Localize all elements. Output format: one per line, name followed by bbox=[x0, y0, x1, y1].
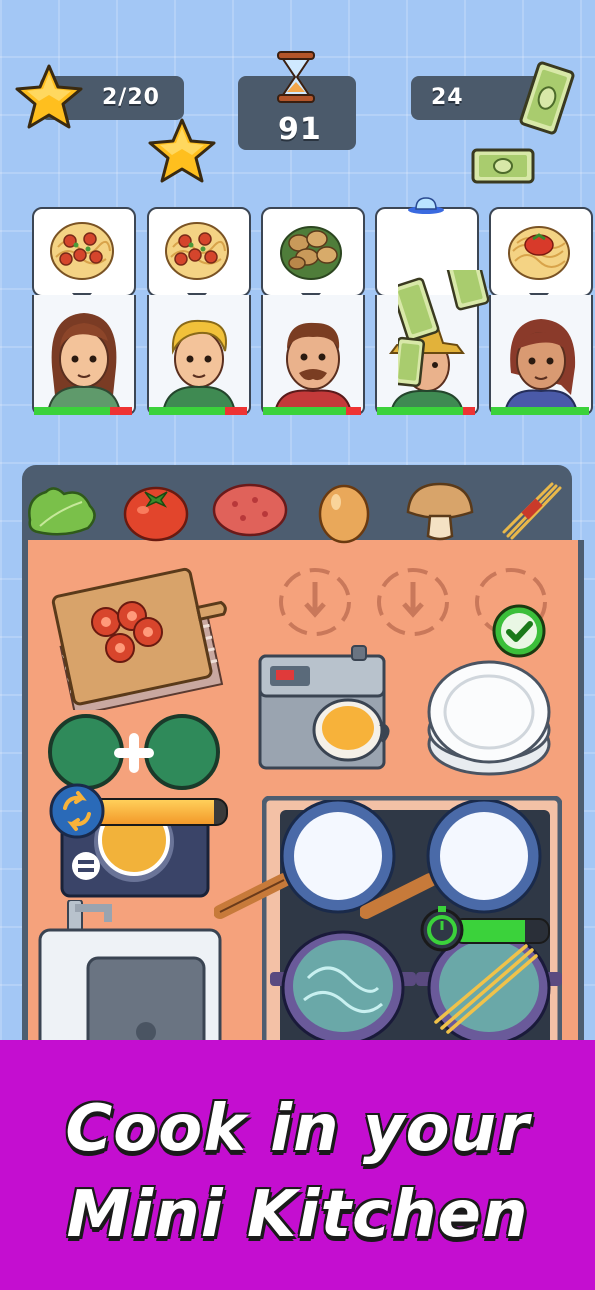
patience-bar bbox=[491, 407, 589, 415]
patience-bar bbox=[34, 407, 132, 415]
egg-icon[interactable] bbox=[316, 478, 372, 544]
checkmark-icon bbox=[492, 604, 546, 658]
money-amount: 24 bbox=[431, 85, 464, 110]
customer-2[interactable] bbox=[147, 207, 251, 419]
promo-banner: Cook in your Mini Kitchen bbox=[0, 1040, 595, 1290]
cash-icon bbox=[519, 61, 575, 135]
sliced-tomato-icon bbox=[91, 601, 163, 663]
table-bell-icon[interactable] bbox=[408, 194, 444, 214]
spaghetti-meatballs-icon bbox=[165, 222, 229, 280]
star-reward-icon bbox=[148, 118, 216, 183]
spaghetti-meatballs-icon bbox=[50, 222, 114, 280]
customer-portrait bbox=[261, 295, 365, 415]
sink[interactable] bbox=[38, 900, 224, 1050]
customer-portrait bbox=[489, 295, 593, 415]
equals-icon bbox=[72, 852, 100, 880]
stopwatch-icon bbox=[420, 906, 464, 952]
plate-stack[interactable] bbox=[424, 650, 554, 780]
cash-reward-icon bbox=[471, 148, 535, 184]
promo-line-1: Cook in your bbox=[65, 1092, 530, 1166]
customer-5[interactable] bbox=[489, 207, 593, 419]
customer-1[interactable] bbox=[32, 207, 136, 419]
stars-count: 2/20 bbox=[102, 85, 160, 110]
customer-portrait bbox=[147, 295, 251, 415]
lettuce-icon[interactable] bbox=[24, 480, 100, 540]
promo-line-2: Mini Kitchen bbox=[66, 1178, 529, 1252]
customer-3[interactable] bbox=[261, 207, 365, 419]
coffee-machine[interactable] bbox=[256, 644, 396, 770]
star-icon bbox=[15, 64, 83, 129]
boiling-pot-1[interactable] bbox=[268, 928, 418, 1048]
cooking-timer-bar bbox=[452, 918, 550, 944]
drop-slot-2[interactable] bbox=[372, 562, 454, 642]
swap-icon[interactable] bbox=[48, 782, 106, 840]
tomato-icon[interactable] bbox=[121, 480, 191, 542]
drop-slot-1[interactable] bbox=[274, 562, 356, 642]
mushrooms-icon bbox=[280, 226, 342, 280]
mushroom-icon[interactable] bbox=[404, 478, 476, 544]
patience-bar bbox=[149, 407, 247, 415]
spaghetti-icon[interactable] bbox=[500, 480, 566, 542]
customer-portrait bbox=[32, 295, 136, 415]
patience-bar bbox=[263, 407, 361, 415]
hourglass-icon bbox=[277, 51, 315, 103]
timer-value: 91 bbox=[278, 112, 322, 147]
meat-patty-icon[interactable] bbox=[211, 482, 289, 538]
spaghetti-tomato-icon bbox=[508, 226, 570, 280]
